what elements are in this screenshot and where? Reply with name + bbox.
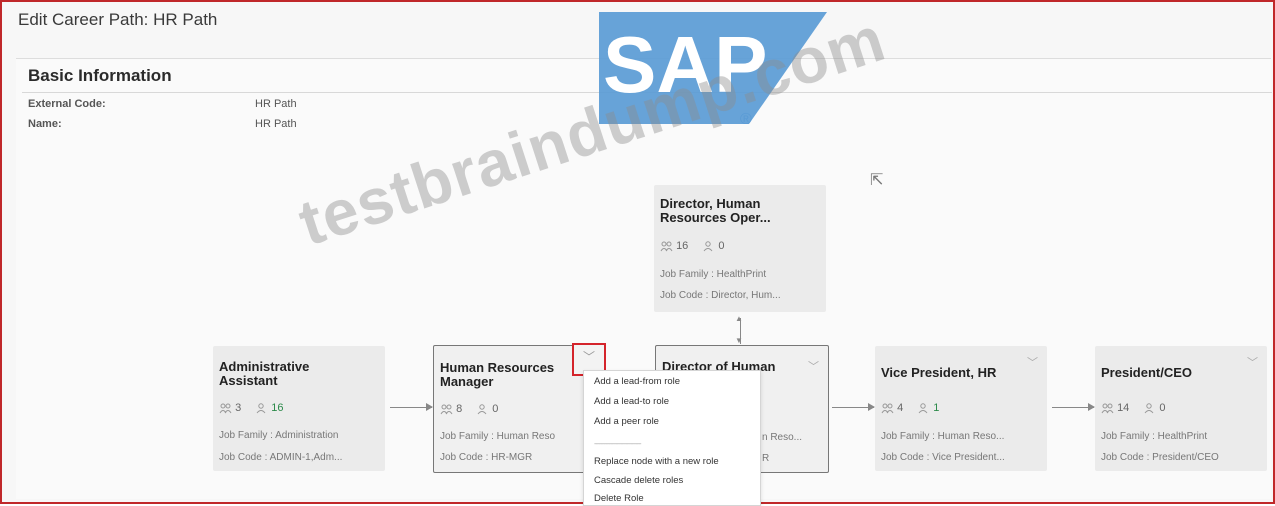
menu-item-add-lead-to-role[interactable]: Add a lead-to role: [594, 396, 669, 407]
menu-item-delete-role[interactable]: Delete Role: [594, 493, 644, 504]
node-title: President/CEO: [1101, 365, 1193, 380]
mouse-cursor-icon: ⇱: [870, 172, 884, 189]
people-group-icon: 4: [881, 402, 903, 414]
section-title-basic-information: Basic Information: [28, 66, 172, 85]
people-group-icon: 8: [440, 403, 462, 415]
node-title: Director, Human Resources Oper...: [660, 196, 771, 225]
page-title: Edit Career Path: HR Path: [18, 10, 218, 29]
node-stats: 14 0: [1101, 402, 1166, 414]
job-code: Job Code : HR-MGR: [440, 452, 533, 463]
career-node-human-resources-manager[interactable]: Human Resources Manager 8 0 Job Family :…: [433, 345, 585, 473]
job-family: Job Family : Human Reso...: [881, 431, 1005, 442]
job-family: Job Family : Administration: [219, 430, 339, 441]
job-family: Job Family : HealthPrint: [660, 269, 767, 280]
name-value: HR Path: [255, 118, 297, 130]
node-stats: 8 0: [440, 403, 498, 415]
menu-item-add-peer-role[interactable]: Add a peer role: [594, 416, 659, 427]
successor-count: 0: [492, 403, 499, 415]
menu-item-cascade-delete[interactable]: Cascade delete roles: [594, 475, 683, 486]
job-family: Job Family : Human Reso: [440, 431, 556, 442]
career-node-director-hr-operations[interactable]: Director, Human Resources Oper... 16 0 J…: [654, 185, 826, 312]
job-code: Job Code : ADMIN-1,Adm...: [219, 452, 343, 463]
node-stats: 3 16: [219, 402, 284, 414]
job-code: Job Code : Vice President...: [881, 452, 1005, 463]
menu-item-replace-node[interactable]: Replace node with a new role: [594, 456, 719, 467]
incumbent-count: 14: [1117, 402, 1130, 414]
chevron-down-icon[interactable]: ﹀: [808, 358, 819, 374]
people-group-icon: 3: [219, 402, 241, 414]
career-node-administrative-assistant[interactable]: Administrative Assistant 3 16 Job Family…: [213, 346, 385, 471]
node-title: Human Resources Manager: [440, 360, 555, 389]
node-title: Vice President, HR: [881, 365, 997, 380]
job-family: Job Family : HealthPrint: [1101, 431, 1208, 442]
menu-item-add-lead-from-role[interactable]: Add a lead-from role: [594, 376, 680, 387]
job-code: Job Code : Director, Hum...: [660, 290, 781, 301]
career-node-president-ceo[interactable]: President/CEO 14 0 Job Family : HealthPr…: [1095, 346, 1267, 471]
successor-count: 0: [1159, 402, 1166, 414]
connector-arrow-up-icon: ▲: [735, 314, 743, 323]
incumbent-count: 4: [897, 402, 904, 414]
successor-count: 0: [718, 240, 725, 252]
arrow-connector: [1052, 403, 1095, 411]
career-node-vice-president-hr[interactable]: Vice President, HR 4 1 Job Family : Huma…: [875, 346, 1047, 471]
chevron-down-icon[interactable]: ﹀: [1247, 354, 1258, 370]
person-icon: 0: [476, 403, 498, 415]
successor-count: 1: [933, 402, 940, 414]
person-icon: 0: [702, 240, 725, 252]
job-code: Job Code : President/CEO: [1101, 452, 1219, 463]
chevron-down-icon[interactable]: ﹀: [1027, 354, 1038, 370]
job-family-partial: n Reso...: [762, 432, 803, 443]
external-code-label: External Code:: [28, 98, 106, 110]
node-stats: 16 0: [660, 240, 725, 252]
chevron-down-icon: ﹀: [582, 350, 595, 364]
node-context-menu: Add a lead-from role Add a lead-to role …: [583, 370, 761, 506]
people-group-icon: 16: [660, 240, 688, 252]
connector-arrow-down-icon: ▼: [735, 336, 743, 345]
incumbent-count: 3: [235, 402, 242, 414]
arrow-connector: [390, 403, 433, 411]
name-label: Name:: [28, 118, 62, 130]
people-group-icon: 14: [1101, 402, 1129, 414]
job-code-partial: R: [762, 453, 770, 464]
menu-separator: ----------------------------: [594, 439, 642, 448]
incumbent-count: 8: [456, 403, 463, 415]
person-icon: 0: [1143, 402, 1166, 414]
node-stats: 4 1: [881, 402, 939, 414]
external-code-value: HR Path: [255, 98, 297, 110]
successor-count: 16: [271, 402, 284, 414]
incumbent-count: 16: [676, 240, 689, 252]
arrow-connector: [832, 403, 875, 411]
person-icon: 1: [917, 402, 939, 414]
node-title: Administrative Assistant: [219, 359, 310, 388]
person-icon: 16: [255, 402, 284, 414]
